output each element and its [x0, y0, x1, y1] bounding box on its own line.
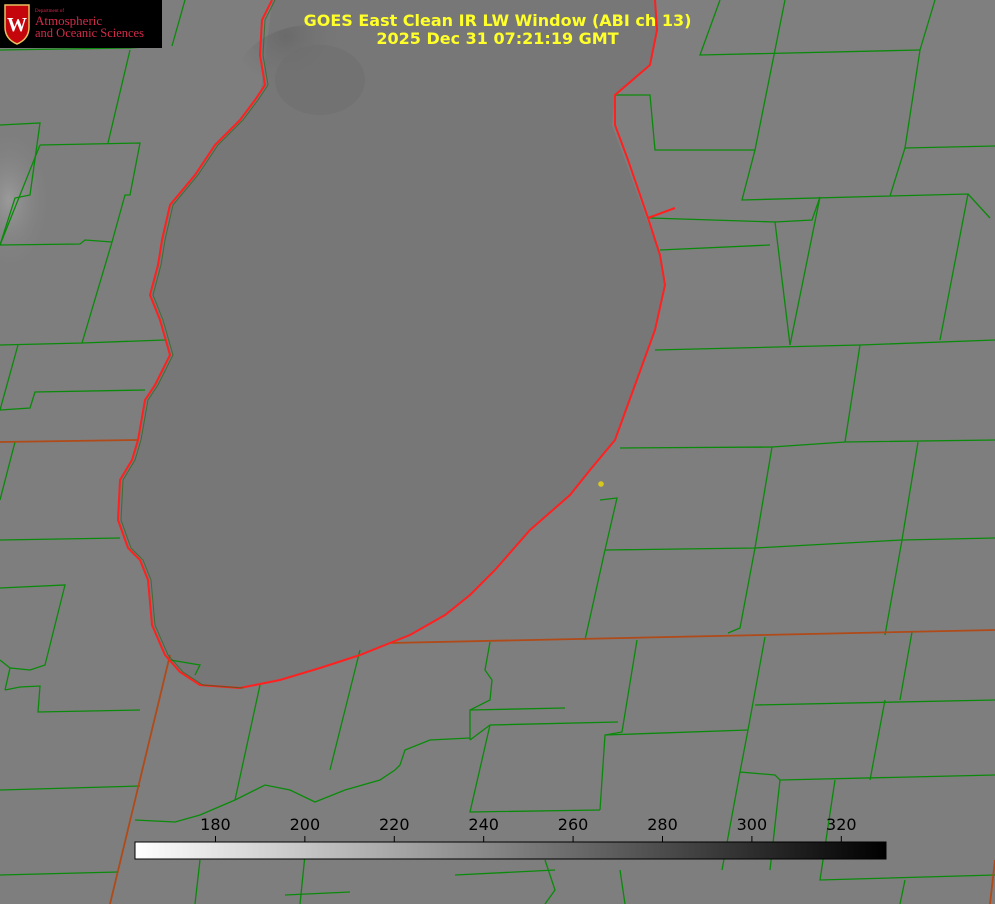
colorbar-tick-label: 320	[826, 815, 857, 834]
location-marker	[598, 481, 604, 487]
colorbar-tick-label: 260	[557, 815, 589, 834]
colorbar-tick-label: 200	[289, 815, 321, 834]
image-timestamp: 2025 Dec 31 07:21:19 GMT	[376, 29, 619, 48]
colorbar-tick-label: 180	[200, 815, 231, 834]
colorbar-tick-label: 220	[378, 815, 410, 834]
colorbar-tick-label: 280	[647, 815, 678, 834]
colorbar-tick-label: 300	[736, 815, 768, 834]
colorbar-tick-label: 240	[468, 815, 499, 834]
satellite-image	[0, 0, 995, 904]
colorbar	[134, 841, 887, 860]
satellite-map-view: W Department of Atmospheric and Oceanic …	[0, 0, 995, 904]
image-title: GOES East Clean IR LW Window (ABI ch 13)	[303, 11, 692, 30]
